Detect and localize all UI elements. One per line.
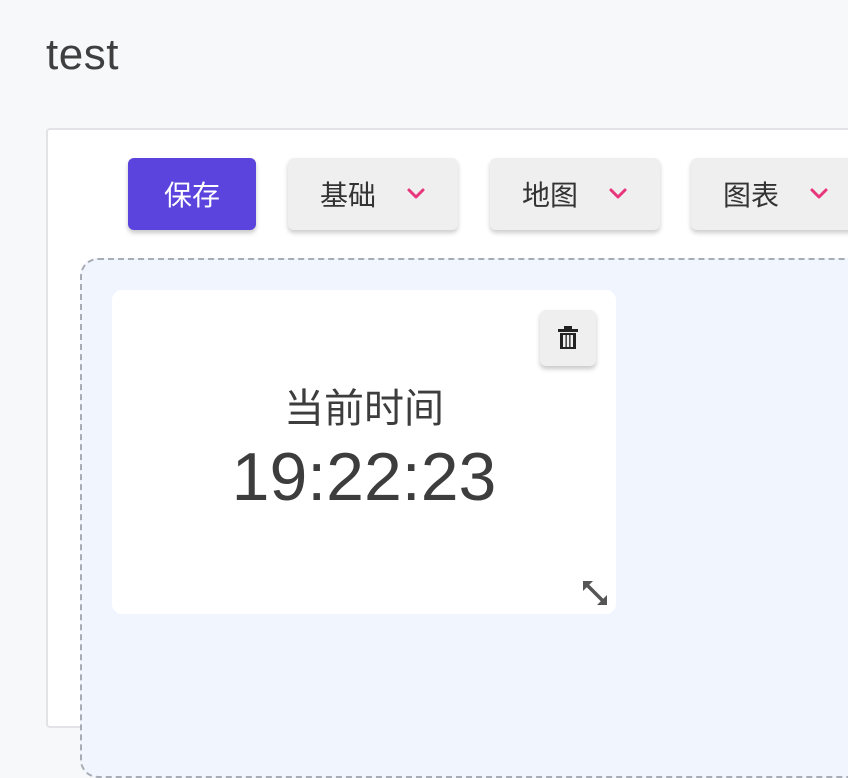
chevron-down-icon <box>609 188 627 199</box>
clock-label: 当前时间 <box>284 386 444 432</box>
editor-panel: 保存 基础 地图 图表 当前时间 19:22:23 <box>46 128 848 778</box>
basic-menu-button[interactable]: 基础 <box>288 158 458 230</box>
basic-menu-label: 基础 <box>320 179 377 212</box>
save-button[interactable]: 保存 <box>128 158 256 230</box>
delete-widget-button[interactable] <box>540 310 596 366</box>
toolbar: 保存 基础 地图 图表 <box>48 130 848 250</box>
chart-menu-button[interactable]: 图表 <box>691 158 848 230</box>
page-title: test <box>46 30 119 79</box>
trash-icon <box>558 326 578 349</box>
chevron-down-icon <box>407 188 425 199</box>
map-menu-button[interactable]: 地图 <box>490 158 660 230</box>
chart-menu-label: 图表 <box>723 179 780 212</box>
layout-canvas[interactable]: 当前时间 19:22:23 <box>80 258 848 778</box>
chevron-down-icon <box>810 188 828 199</box>
resize-icon[interactable] <box>580 578 610 608</box>
clock-time: 19:22:23 <box>231 439 497 515</box>
map-menu-label: 地图 <box>522 179 579 212</box>
clock-widget[interactable]: 当前时间 19:22:23 <box>112 290 616 614</box>
